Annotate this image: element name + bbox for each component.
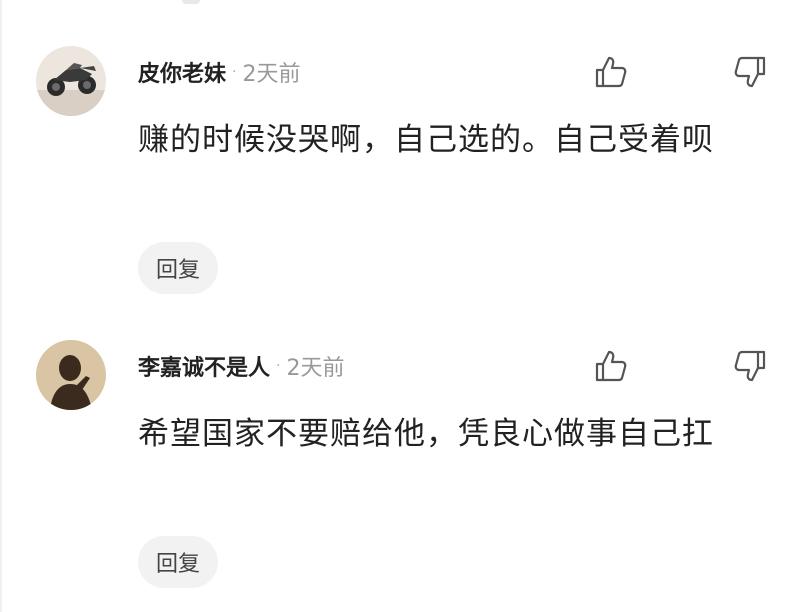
thumbs-down-icon <box>734 350 766 382</box>
like-button[interactable] <box>593 54 629 90</box>
comment-item: 李嘉诚不是人 · 2天前 希望国家不要赔给他，凭良心做事自己扛 回复 <box>0 306 800 612</box>
timestamp: 2天前 <box>242 62 301 87</box>
comment-list-page: 皮你老妹 · 2天前 赚的时候没哭啊，自己选的。自己受着呗 回复 李嘉诚不是人 … <box>0 0 800 612</box>
comment-text: 赚的时候没哭啊，自己选的。自己受着呗 <box>138 122 714 158</box>
thumbs-up-icon <box>595 350 627 382</box>
like-button[interactable] <box>593 348 629 384</box>
username[interactable]: 李嘉诚不是人 <box>138 350 270 382</box>
separator-dot: · <box>276 358 281 374</box>
dislike-button[interactable] <box>732 54 768 90</box>
thumbs-down-icon <box>734 56 766 88</box>
comment-item: 皮你老妹 · 2天前 赚的时候没哭啊，自己选的。自己受着呗 回复 <box>0 0 800 306</box>
timestamp: 2天前 <box>286 356 345 381</box>
username[interactable]: 皮你老妹 <box>138 56 226 88</box>
comment-text: 希望国家不要赔给他，凭良心做事自己扛 <box>138 416 714 452</box>
avatar[interactable] <box>36 340 106 410</box>
comment-header: 李嘉诚不是人 · 2天前 <box>138 350 344 382</box>
thumbs-up-icon <box>595 56 627 88</box>
motorcycle-avatar-icon <box>36 46 106 116</box>
avatar[interactable] <box>36 46 106 116</box>
silhouette-avatar-icon <box>36 340 106 410</box>
comment-header: 皮你老妹 · 2天前 <box>138 56 300 88</box>
separator-dot: · <box>232 64 237 80</box>
reply-button[interactable]: 回复 <box>138 242 218 294</box>
reply-button[interactable]: 回复 <box>138 536 218 588</box>
dislike-button[interactable] <box>732 348 768 384</box>
